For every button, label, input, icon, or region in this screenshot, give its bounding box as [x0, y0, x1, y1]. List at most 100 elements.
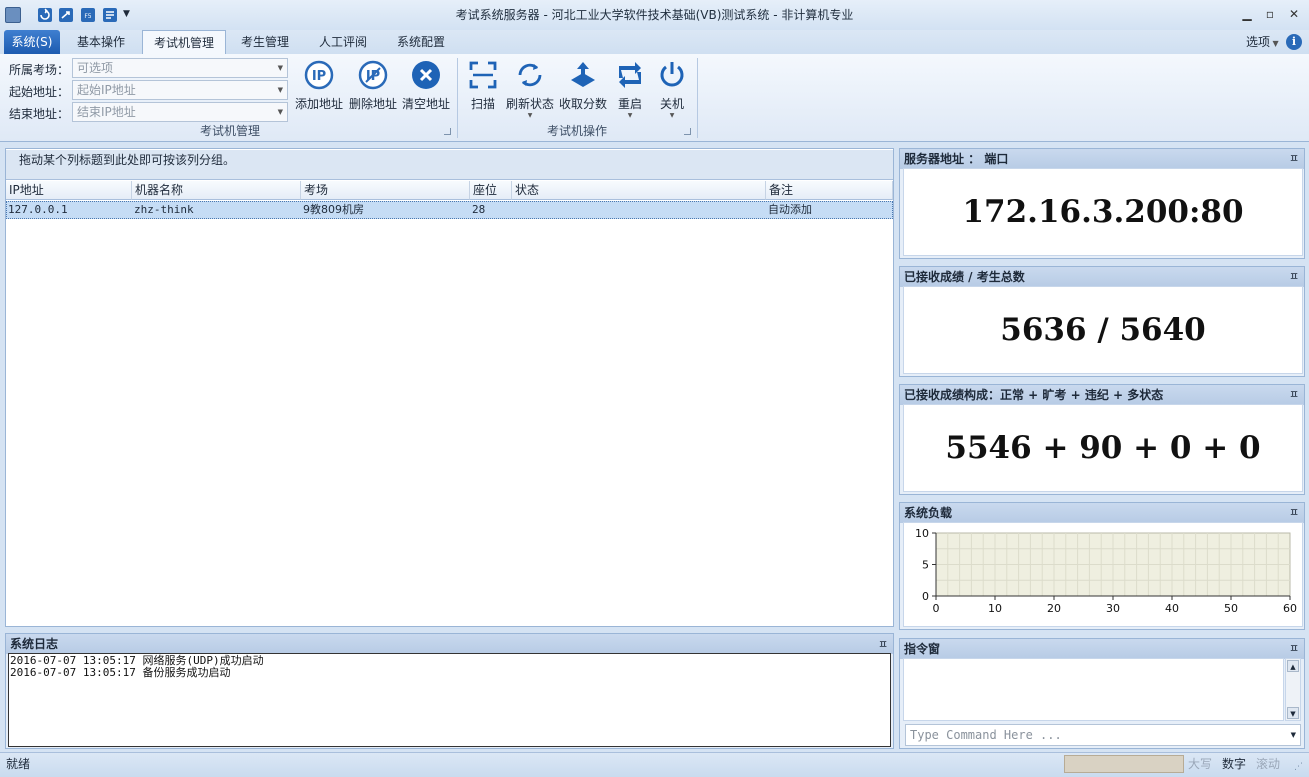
svg-text:F5: F5: [84, 13, 91, 20]
group-launcher-icon[interactable]: [444, 128, 451, 135]
scroll-down-icon[interactable]: ▼: [1287, 707, 1299, 719]
column-header-machine-name[interactable]: 机器名称: [132, 181, 301, 200]
customize-dropdown-icon[interactable]: ▼: [123, 9, 130, 19]
y-tick-label: 5: [922, 559, 929, 572]
tab-basic-operations[interactable]: 基本操作: [66, 30, 136, 54]
scroll-up-icon[interactable]: ▲: [1287, 660, 1299, 672]
collect-scores-icon: [571, 62, 595, 87]
server-address-value: 172.16.3.200:80: [962, 194, 1244, 230]
server-panel-title: 服务器地址 ： 端口: [900, 149, 1304, 169]
load-chart: 0 10 20 30 40 50 601050: [915, 527, 1297, 615]
scan-button[interactable]: 扫描: [462, 60, 504, 112]
pin-icon[interactable]: ㅍ: [1289, 150, 1299, 166]
pin-icon[interactable]: ㅍ: [1289, 268, 1299, 284]
x-tick-label: 0: [933, 602, 940, 615]
status-text: 就绪: [6, 757, 31, 771]
group-launcher-icon[interactable]: [684, 128, 691, 135]
field-label-room: 所属考场：: [9, 63, 70, 77]
y-tick-label: 0: [922, 590, 929, 603]
tab-exam-machine-management[interactable]: 考试机管理: [142, 30, 226, 54]
minimize-button[interactable]: ▁: [1240, 7, 1254, 21]
cell-seat: 28: [472, 203, 486, 216]
window-title: 考试系统服务器 - 河北工业大学软件技术基础(VB)测试系统 - 非计算机专业: [455, 8, 854, 22]
chevron-down-icon: ▼: [527, 112, 533, 119]
help-icon[interactable]: i: [1286, 34, 1302, 50]
x-tick-label: 40: [1165, 602, 1179, 615]
room-combo[interactable]: 可选项 ▼: [72, 58, 288, 78]
cell-machine-name: zhz-think: [134, 203, 194, 216]
column-header-note[interactable]: 备注: [766, 181, 893, 200]
chevron-down-icon[interactable]: ▼: [1291, 725, 1296, 745]
start-ip-combo[interactable]: 起始IP地址 ▼: [72, 80, 288, 100]
shutdown-label: 关机: [659, 97, 684, 111]
received-panel-title: 已接收成绩 / 考生总数: [900, 267, 1304, 287]
tab-manual-review[interactable]: 人工评阅: [308, 30, 378, 54]
end-ip-combo[interactable]: 结束IP地址 ▼: [72, 102, 288, 122]
collect-scores-button[interactable]: 收取分数: [557, 60, 609, 112]
restart-button[interactable]: 重启 ▼: [610, 60, 650, 119]
column-header-seat[interactable]: 座位: [470, 181, 512, 200]
tab-system[interactable]: 系统(S): [4, 30, 60, 54]
column-header-room[interactable]: 考场: [301, 181, 470, 200]
export-icon[interactable]: [58, 7, 74, 23]
tools-icon[interactable]: F5: [80, 7, 96, 23]
close-button[interactable]: ✕: [1287, 7, 1301, 21]
restore-button[interactable]: ▫: [1263, 7, 1277, 21]
clear-address-button[interactable]: 清空地址: [400, 60, 452, 112]
resize-grip-icon[interactable]: ⋰: [1294, 762, 1303, 772]
log-line: 2016-07-07 13:05:17 备份服务成功启动: [10, 666, 231, 679]
x-tick-label: 60: [1283, 602, 1297, 615]
edit-icon[interactable]: [102, 7, 118, 23]
shutdown-button[interactable]: 关机 ▼: [652, 60, 692, 119]
refresh-status-label: 刷新状态: [505, 97, 554, 111]
restart-label: 重启: [617, 97, 642, 111]
received-count-value: 5636 / 5640: [1000, 312, 1206, 348]
app-icon[interactable]: [5, 7, 21, 23]
cell-status: [512, 201, 766, 219]
load-panel-title: 系统负载: [900, 503, 1304, 523]
add-address-button[interactable]: IP 添加地址: [293, 60, 345, 112]
refresh-status-button[interactable]: 刷新状态 ▼: [504, 60, 556, 119]
status-progress: [1064, 755, 1184, 773]
tab-student-management[interactable]: 考生管理: [230, 30, 300, 54]
field-label-end-ip: 结束地址：: [9, 107, 70, 121]
x-tick-label: 10: [988, 602, 1002, 615]
clear-x-icon: [412, 61, 440, 89]
command-output[interactable]: [903, 658, 1284, 721]
command-panel-title: 指令窗: [900, 639, 1304, 659]
column-header-status[interactable]: 状态: [512, 181, 766, 200]
cell-room: 9教809机房: [303, 203, 364, 216]
collect-scores-label: 收取分数: [558, 97, 607, 111]
group-separator: [697, 58, 698, 138]
x-tick-label: 50: [1224, 602, 1238, 615]
delete-address-button[interactable]: IP 删除地址: [347, 60, 399, 112]
refresh-status-icon: [518, 63, 542, 87]
pin-icon[interactable]: ㅍ: [1289, 504, 1299, 520]
chevron-down-icon: ▼: [277, 108, 283, 116]
command-input-placeholder: Type Command Here ...: [910, 728, 1062, 742]
refresh-icon[interactable]: [37, 7, 53, 23]
group-by-hint[interactable]: 拖动某个列标题到此处即可按该列分组。: [6, 150, 893, 180]
cell-note: 自动添加: [768, 203, 812, 216]
power-icon: [660, 62, 684, 87]
chevron-down-icon: ▼: [277, 64, 283, 72]
chevron-down-icon: ▼: [669, 112, 675, 119]
cell-ip: 127.0.0.1: [8, 203, 68, 216]
composition-panel-title: 已接收成绩构成：正常 + 旷考 + 违纪 + 多状态: [900, 385, 1304, 405]
pin-icon[interactable]: ㅍ: [1289, 386, 1299, 402]
options-label: 选项: [1246, 35, 1271, 49]
options-menu[interactable]: 选项 ▼: [1246, 30, 1279, 54]
clear-address-label: 清空地址: [401, 97, 450, 111]
column-header-ip[interactable]: IP地址: [6, 181, 132, 200]
pin-icon[interactable]: ㅍ: [1289, 640, 1299, 656]
tab-system-config[interactable]: 系统配置: [386, 30, 456, 54]
command-input[interactable]: Type Command Here ... ▼: [905, 724, 1301, 746]
pin-icon[interactable]: ㅍ: [878, 636, 888, 652]
restart-icon: [619, 62, 641, 88]
caps-lock-indicator: 大写: [1188, 757, 1213, 771]
x-tick-label: 30: [1106, 602, 1120, 615]
log-panel-title: 系统日志: [6, 634, 893, 654]
start-ip-combo-value: 起始IP地址: [77, 83, 136, 97]
x-tick-label: 20: [1047, 602, 1061, 615]
chevron-down-icon: ▼: [277, 86, 283, 94]
